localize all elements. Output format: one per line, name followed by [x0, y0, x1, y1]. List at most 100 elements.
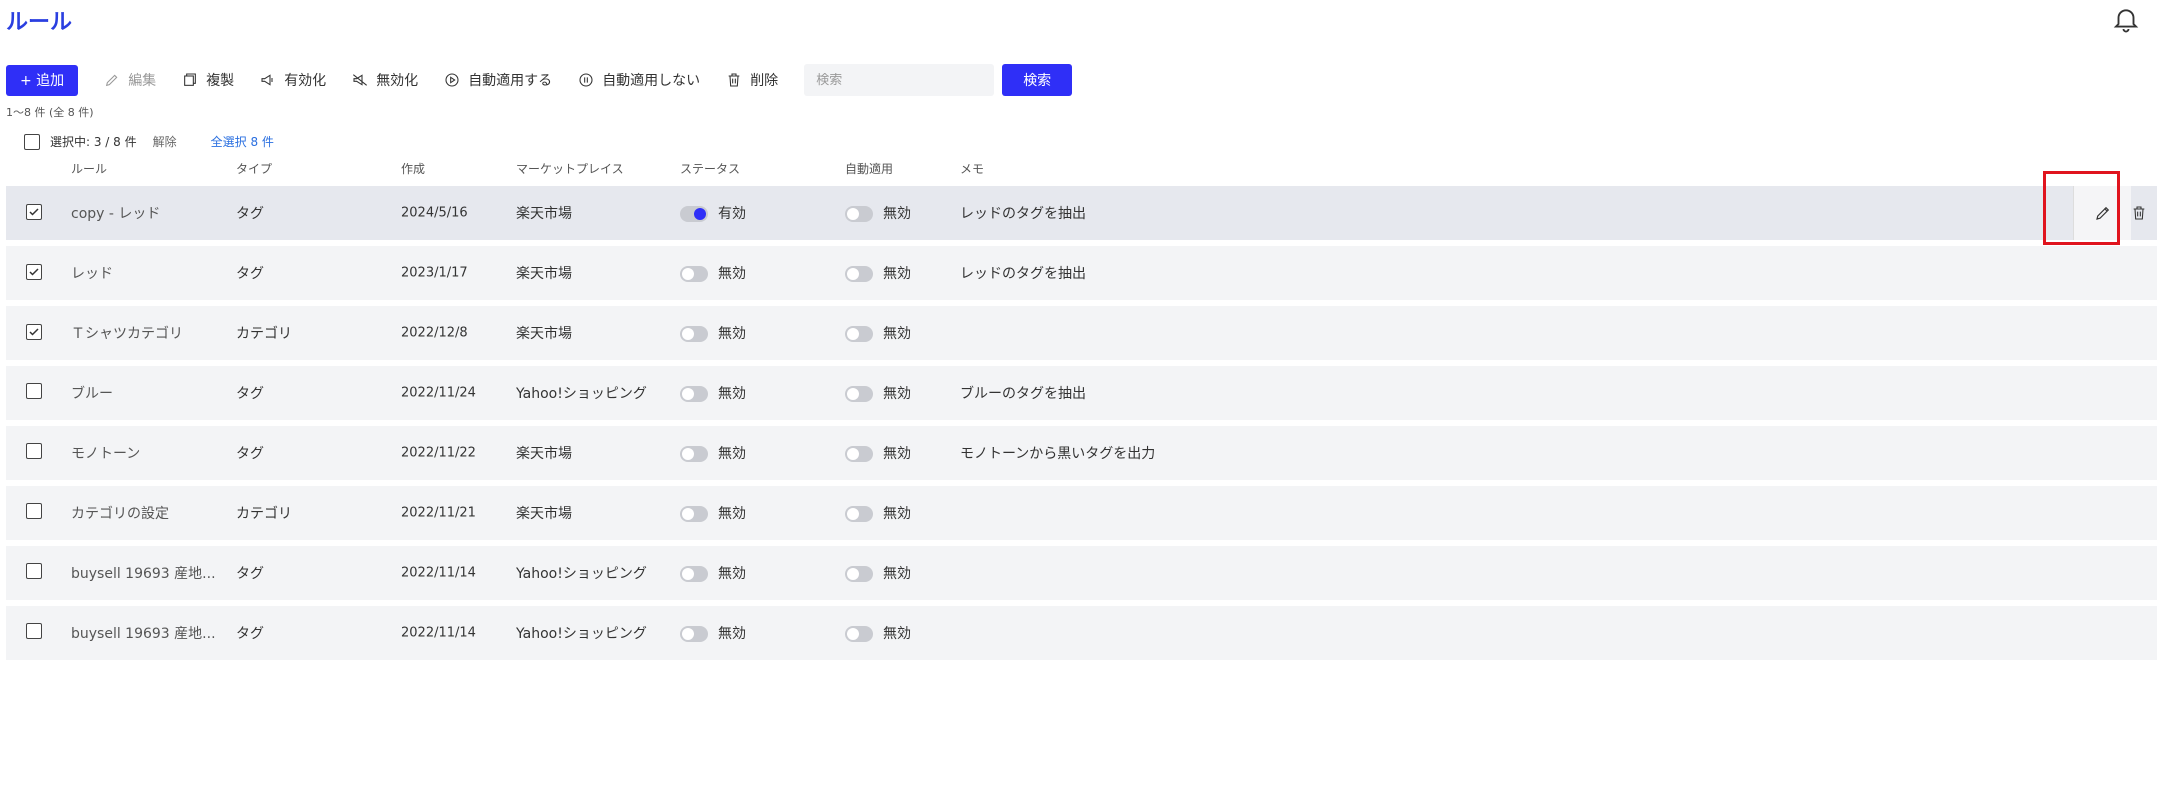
marketplace: 楽天市場 — [516, 446, 572, 462]
auto-apply-label: 自動適用する — [468, 73, 553, 89]
rule-type: タグ — [236, 626, 264, 642]
auto-apply-toggle[interactable] — [845, 626, 873, 642]
rule-type: タグ — [236, 386, 264, 402]
status-toggle[interactable] — [680, 326, 708, 342]
table-row[interactable]: buysell 19693 産地... タグ 2022/11/14 Yahoo!ショッ… — [6, 546, 2157, 600]
select-all-link[interactable]: 全選択 8 件 — [211, 133, 274, 150]
memo: ブルーのタグを抽出 — [960, 386, 1086, 402]
auto-apply-label: 無効 — [883, 506, 911, 522]
edit-button[interactable]: 編集 — [104, 70, 156, 90]
search-button[interactable]: 検索 — [1002, 64, 1073, 96]
auto-apply-toggle[interactable] — [845, 386, 873, 402]
auto-apply-toggle[interactable] — [845, 266, 873, 282]
row-checkbox[interactable] — [26, 443, 42, 459]
col-auto-apply[interactable]: 自動適用 — [845, 160, 893, 177]
disable-label: 無効化 — [376, 73, 419, 89]
col-marketplace[interactable]: マーケットプレイス — [516, 160, 624, 177]
status-toggle[interactable] — [680, 386, 708, 402]
bell-icon[interactable] — [2111, 4, 2141, 34]
delete-button[interactable]: 削除 — [726, 70, 778, 90]
search-input[interactable] — [816, 72, 987, 88]
rule-name[interactable]: buysell 19693 産地... — [71, 623, 216, 643]
copy-label: 複製 — [206, 73, 235, 89]
row-delete-button[interactable] — [2131, 205, 2157, 221]
marketplace: Yahoo!ショッピング — [516, 626, 647, 642]
rule-type: タグ — [236, 566, 264, 582]
table-row[interactable]: copy - レッド タグ 2024/5/16 楽天市場 有効 無効 レッドのタグを抽出 — [6, 186, 2157, 240]
pencil-icon — [106, 74, 118, 87]
pause-circle-icon — [579, 73, 593, 87]
megaphone-icon — [261, 74, 273, 86]
status-label: 無効 — [718, 266, 746, 282]
row-checkbox[interactable] — [26, 623, 42, 639]
rule-name[interactable]: ブルー — [71, 383, 113, 403]
marketplace: Yahoo!ショッピング — [516, 566, 647, 582]
memo: レッドのタグを抽出 — [960, 266, 1086, 282]
no-auto-apply-label: 自動適用しない — [602, 73, 701, 89]
row-checkbox[interactable] — [26, 264, 42, 280]
auto-apply-toggle[interactable] — [845, 326, 873, 342]
status-label: 有効 — [718, 206, 746, 222]
search-box — [804, 64, 995, 96]
row-checkbox[interactable] — [26, 204, 42, 220]
status-label: 無効 — [718, 566, 746, 582]
rule-name[interactable]: copy - レッド — [71, 203, 160, 223]
col-status[interactable]: ステータス — [680, 160, 740, 177]
table-row[interactable]: buysell 19693 産地... タグ 2022/11/14 Yahoo!ショッ… — [6, 606, 2157, 660]
delete-label: 削除 — [750, 73, 779, 89]
marketplace: 楽天市場 — [516, 506, 572, 522]
table-row[interactable]: ブルー タグ 2022/11/24 Yahoo!ショッピング 無効 無効 ブルーのタグを抽出 — [6, 366, 2157, 420]
table-row[interactable]: レッド タグ 2023/1/17 楽天市場 無効 無効 レッドのタグを抽出 — [6, 246, 2157, 300]
row-edit-button[interactable] — [2073, 186, 2131, 240]
auto-apply-label: 無効 — [883, 446, 911, 462]
trash-icon — [2133, 206, 2145, 220]
trash-icon — [728, 73, 740, 87]
select-all-checkbox[interactable] — [24, 133, 40, 150]
auto-apply-toggle[interactable] — [845, 566, 873, 582]
rule-name[interactable]: レッド — [71, 263, 113, 283]
col-type[interactable]: タイプ — [236, 160, 272, 177]
status-toggle[interactable] — [680, 626, 708, 642]
status-toggle[interactable] — [680, 506, 708, 522]
auto-apply-toggle[interactable] — [845, 446, 873, 462]
rule-name[interactable]: Ｔシャツカテゴリ — [71, 323, 183, 343]
status-toggle[interactable] — [680, 206, 708, 222]
auto-apply-label: 無効 — [883, 266, 911, 282]
status-toggle[interactable] — [680, 446, 708, 462]
auto-apply-label: 無効 — [883, 566, 911, 582]
auto-apply-button[interactable]: 自動適用する — [444, 70, 552, 90]
table-row[interactable]: カテゴリの設定 カテゴリ 2022/11/21 楽天市場 無効 無効 — [6, 486, 2157, 540]
toolbar: + 追加 編集 複製 有効化 無効化 自動適用する 自動適用しない 削除 検索 — [6, 64, 1073, 96]
play-circle-icon — [445, 73, 459, 87]
status-label: 無効 — [718, 386, 746, 402]
status-toggle[interactable] — [680, 566, 708, 582]
row-checkbox[interactable] — [26, 383, 42, 399]
table-header: ルール タイプ 作成 マーケットプレイス ステータス 自動適用 メモ — [6, 160, 2157, 178]
auto-apply-toggle[interactable] — [845, 506, 873, 522]
table-row[interactable]: Ｔシャツカテゴリ カテゴリ 2022/12/8 楽天市場 無効 無効 — [6, 306, 2157, 360]
copy-button[interactable]: 複製 — [182, 70, 234, 90]
created-date: 2022/11/24 — [401, 385, 476, 401]
row-checkbox[interactable] — [26, 503, 42, 519]
result-count: 1～8 件 (全 8 件) — [6, 106, 94, 119]
copy-icon — [184, 73, 197, 86]
rule-type: カテゴリ — [236, 326, 292, 342]
rule-name[interactable]: カテゴリの設定 — [71, 503, 169, 523]
rule-name[interactable]: モノトーン — [71, 443, 140, 463]
no-auto-apply-button[interactable]: 自動適用しない — [578, 70, 700, 90]
status-toggle[interactable] — [680, 266, 708, 282]
row-checkbox[interactable] — [26, 563, 42, 579]
disable-button[interactable]: 無効化 — [352, 70, 418, 90]
unselect-link[interactable]: 解除 — [153, 133, 177, 150]
row-checkbox[interactable] — [26, 324, 42, 340]
rule-name[interactable]: buysell 19693 産地... — [71, 563, 216, 583]
col-created[interactable]: 作成 — [401, 160, 425, 177]
rule-type: タグ — [236, 266, 264, 282]
auto-apply-toggle[interactable] — [845, 206, 873, 222]
add-button[interactable]: + 追加 — [6, 64, 79, 96]
col-memo[interactable]: メモ — [960, 160, 984, 177]
table-row[interactable]: モノトーン タグ 2022/11/22 楽天市場 無効 無効 モノトーンから黒いタグを出力 — [6, 426, 2157, 480]
rule-type: カテゴリ — [236, 506, 292, 522]
enable-button[interactable]: 有効化 — [260, 70, 326, 90]
col-rule[interactable]: ルール — [71, 160, 107, 177]
